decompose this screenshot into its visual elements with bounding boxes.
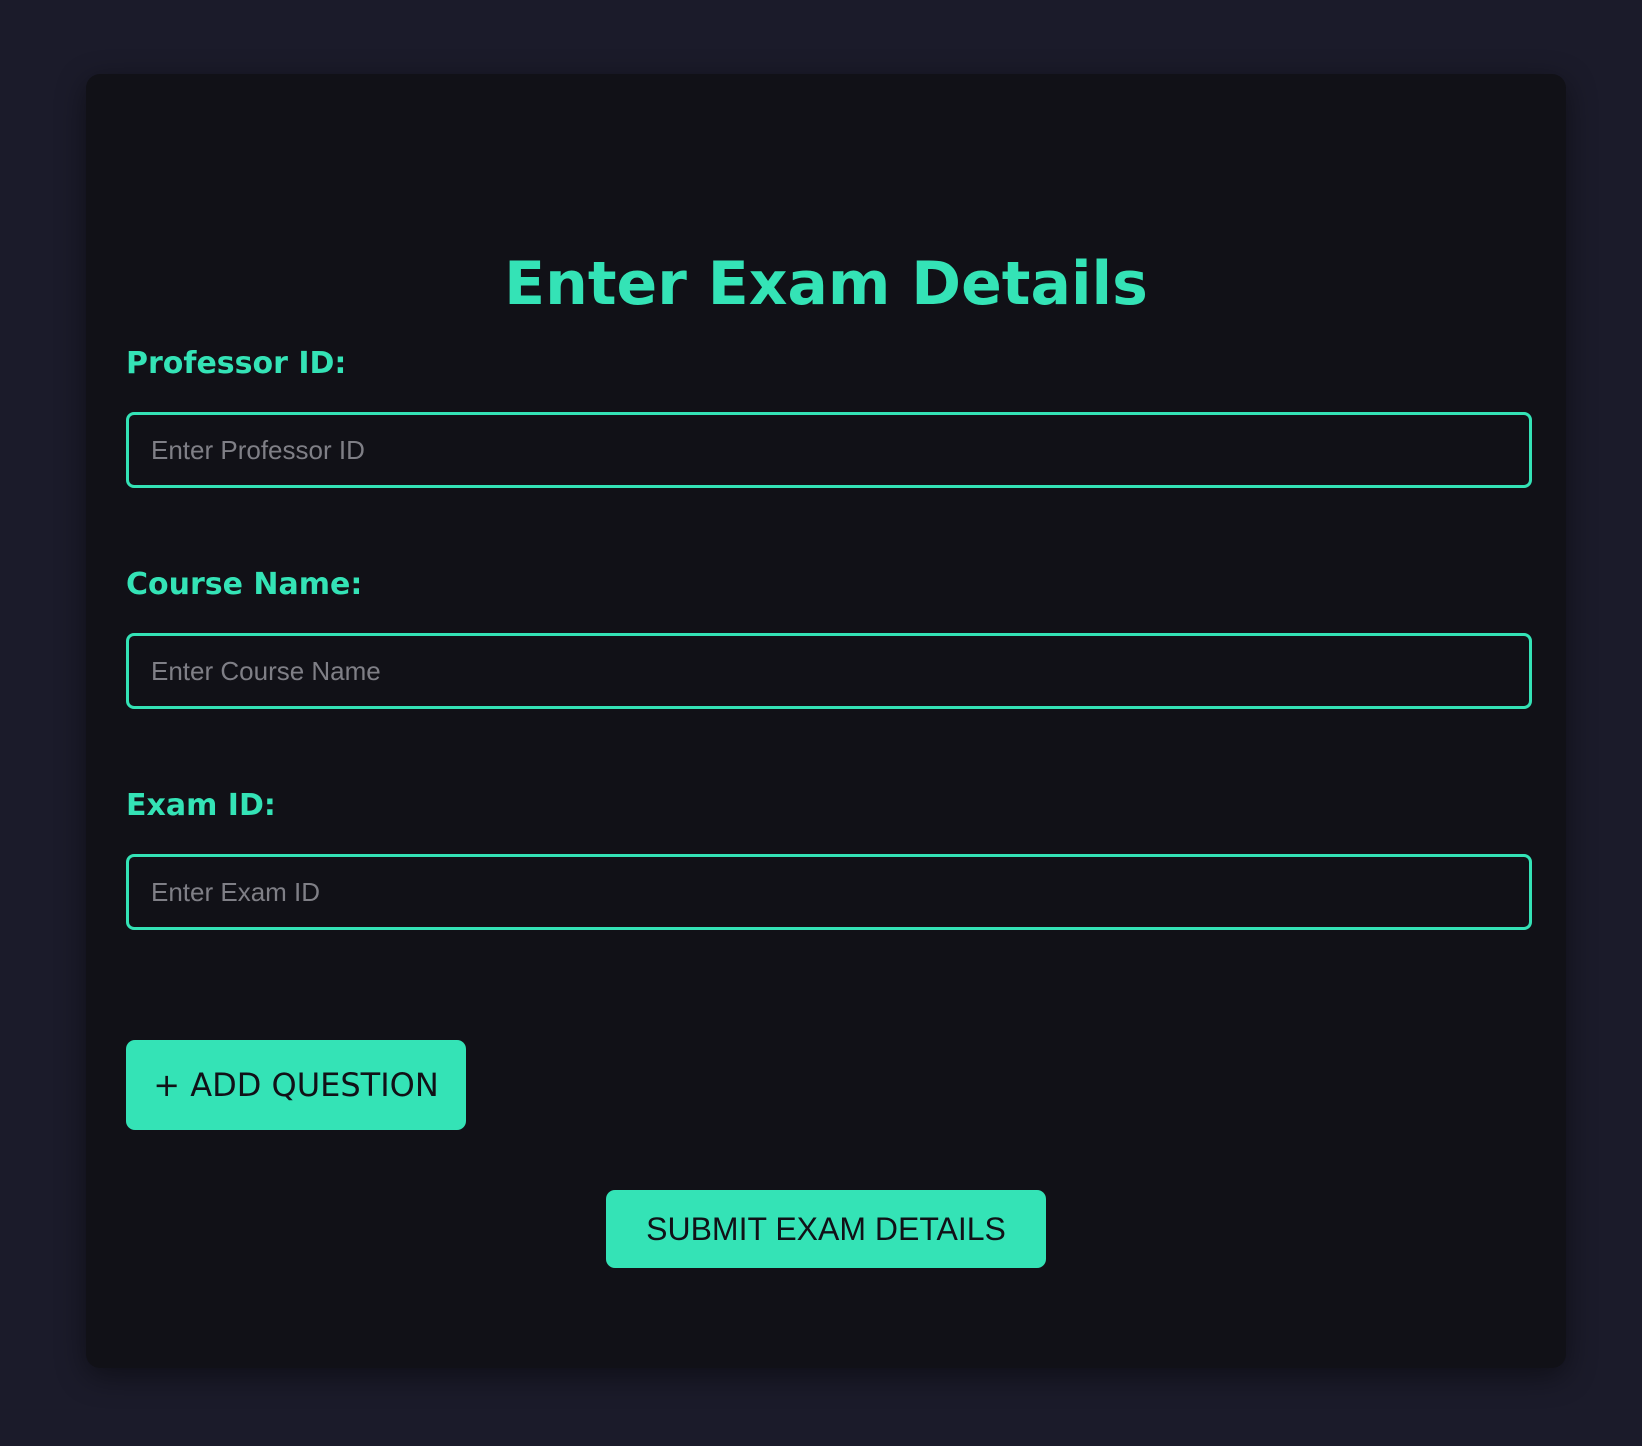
page-title: Enter Exam Details [504,249,1148,319]
exam-id-label: Exam ID: [126,788,276,823]
submit-exam-details-button[interactable]: SUBMIT EXAM DETAILS [606,1190,1046,1268]
professor-id-label: Professor ID: [126,346,347,381]
course-name-input[interactable] [126,633,1532,709]
exam-id-input[interactable] [126,854,1532,930]
course-name-label: Course Name: [126,567,363,602]
professor-id-input[interactable] [126,412,1532,488]
exam-details-card: Enter Exam Details Professor ID: Course … [86,74,1566,1368]
add-question-button[interactable]: + ADD QUESTION [126,1040,466,1130]
